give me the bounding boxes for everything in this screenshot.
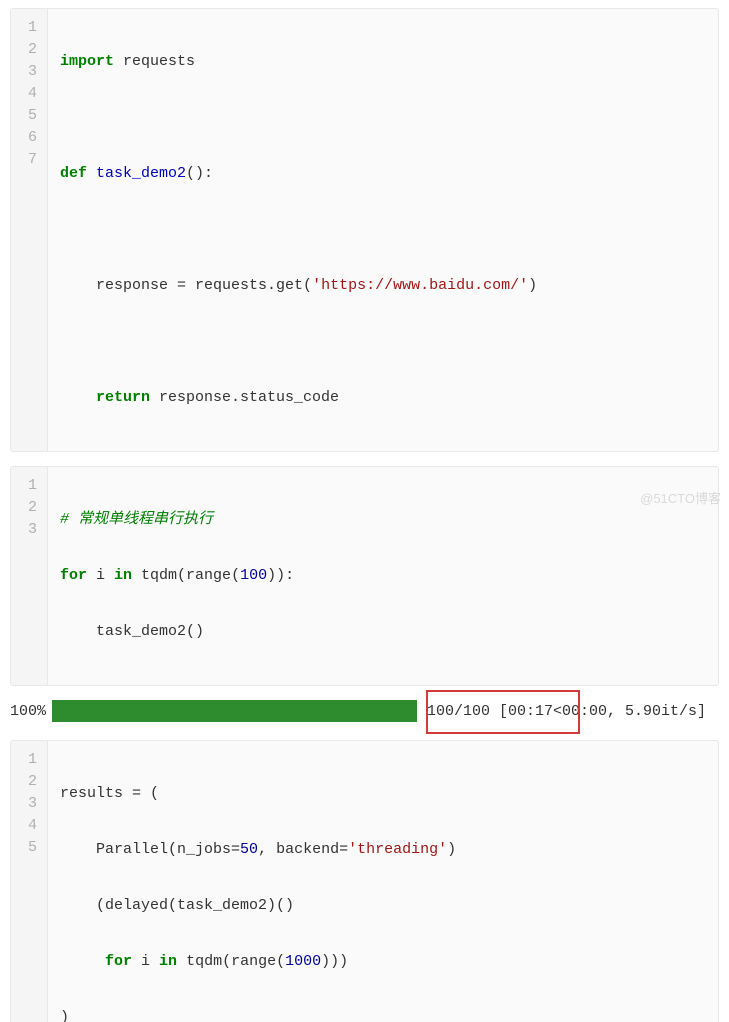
code-body: # 常规单线程串行执行 for i in tqdm(range(100)): t…	[48, 467, 718, 685]
num-1000: 1000	[285, 953, 321, 970]
assign: = requests.get(	[168, 277, 312, 294]
kw-import: import	[60, 53, 114, 70]
code-block-3: 12345 results = ( Parallel(n_jobs=50, ba…	[10, 740, 719, 1022]
progress-bar-1: 100% 100/100 [00:17<00:00, 5.90it/s]	[10, 700, 719, 722]
loop-var: i	[87, 567, 114, 584]
paren-close: )	[528, 277, 537, 294]
results-assign: results = (	[60, 785, 159, 802]
iter-expr: tqdm(range(	[177, 953, 285, 970]
threading-str: 'threading'	[348, 841, 447, 858]
var-response: response	[96, 277, 168, 294]
parallel-close: )	[447, 841, 456, 858]
func-name: task_demo2	[96, 165, 186, 182]
code-body: results = ( Parallel(n_jobs=50, backend=…	[48, 741, 718, 1022]
backend-arg: , backend=	[258, 841, 348, 858]
kw-for: for	[105, 953, 132, 970]
watermark: @51CTO博客	[640, 488, 721, 507]
progress-percent: 100%	[10, 703, 46, 720]
module-name: requests	[123, 53, 195, 70]
gutter: 123	[11, 467, 48, 685]
gutter: 1234567	[11, 9, 48, 451]
delayed-call: (delayed(task_demo2)()	[96, 897, 294, 914]
num-50: 50	[240, 841, 258, 858]
call: task_demo2()	[96, 623, 204, 640]
code-block-1: 1234567 import requests def task_demo2()…	[10, 8, 719, 452]
progress-stats: 100/100 [00:17<00:00, 5.90it/s]	[427, 703, 706, 720]
iter-close: )))	[321, 953, 348, 970]
parallel-open: Parallel(n_jobs=	[96, 841, 240, 858]
paren-end: )	[60, 1009, 69, 1022]
return-expr: response.status_code	[150, 389, 339, 406]
gutter: 12345	[11, 741, 48, 1022]
code-body: import requests def task_demo2(): respon…	[48, 9, 718, 451]
kw-return: return	[96, 389, 150, 406]
comment: # 常规单线程串行执行	[60, 511, 213, 528]
progress-bar-fill	[52, 700, 417, 722]
kw-def: def	[60, 165, 87, 182]
iter-close: )):	[267, 567, 294, 584]
code-block-2: 123 # 常规单线程串行执行 for i in tqdm(range(100)…	[10, 466, 719, 686]
num-100: 100	[240, 567, 267, 584]
kw-for: for	[60, 567, 87, 584]
kw-in: in	[114, 567, 132, 584]
kw-in: in	[159, 953, 177, 970]
paren: ():	[186, 165, 213, 182]
iter-expr: tqdm(range(	[132, 567, 240, 584]
loop-var: i	[132, 953, 159, 970]
url-string: 'https://www.baidu.com/'	[312, 277, 528, 294]
